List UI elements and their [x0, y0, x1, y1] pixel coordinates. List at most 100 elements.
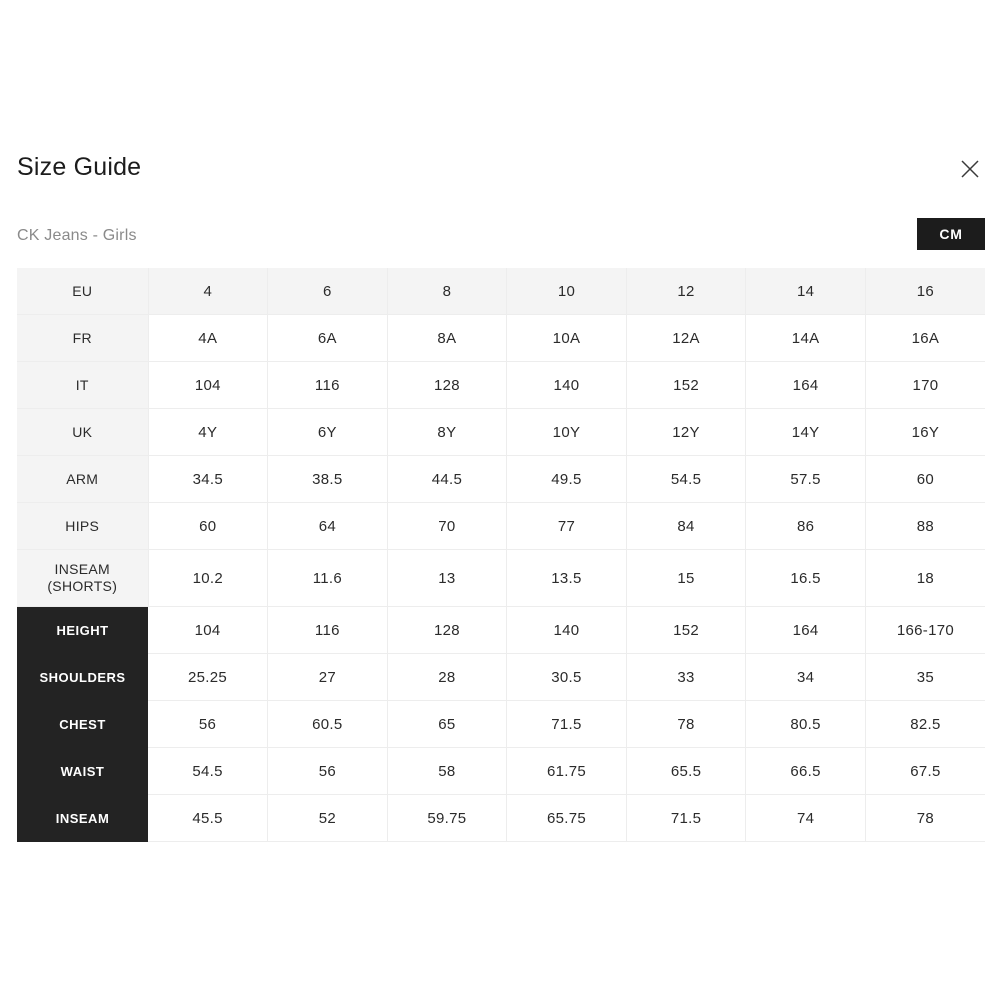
- table-cell: 86: [745, 502, 866, 550]
- row-label: CHEST: [17, 700, 148, 748]
- table-cell: 10: [506, 268, 627, 315]
- table-cell: 27: [267, 653, 388, 701]
- table-cell: 66.5: [745, 747, 866, 795]
- table-cell: 52: [267, 794, 388, 842]
- table-cell: 28: [387, 653, 508, 701]
- table-cell: 16.5: [745, 549, 866, 607]
- table-cell: 70: [387, 502, 508, 550]
- table-cell: 6A: [267, 314, 388, 362]
- row-label-line: UK: [72, 423, 93, 440]
- table-row: HIPS 60 64 70 77 84 86 88: [17, 502, 985, 550]
- unit-toggle[interactable]: CM: [917, 218, 985, 250]
- row-label-line: INSEAM: [55, 810, 110, 826]
- table-cell: 140: [506, 606, 627, 654]
- table-row: UK 4Y 6Y 8Y 10Y 12Y 14Y 16Y: [17, 408, 985, 456]
- table-cell: 71.5: [626, 794, 747, 842]
- page-title: Size Guide: [17, 153, 142, 181]
- table-cell: 65: [387, 700, 508, 748]
- row-label-line: WAIST: [60, 763, 105, 779]
- row-label: ARM: [17, 455, 149, 503]
- row-label: FR: [17, 314, 149, 362]
- table-cell: 44.5: [387, 455, 508, 503]
- table-cell: 88: [865, 502, 985, 550]
- row-label: WAIST: [17, 747, 148, 795]
- unit-toggle-cm-button[interactable]: CM: [917, 218, 985, 250]
- table-cell: 13.5: [506, 549, 627, 607]
- table-cell: 170: [865, 361, 985, 409]
- table-cell: 77: [506, 502, 627, 550]
- row-label-line: ARM: [66, 470, 99, 487]
- table-cell: 13: [387, 549, 508, 607]
- table-cell: 56: [267, 747, 388, 795]
- row-label-line: FR: [72, 329, 92, 346]
- table-cell: 128: [387, 361, 508, 409]
- table-cell: 4Y: [148, 408, 269, 456]
- row-label-line: CHEST: [59, 716, 106, 732]
- table-cell: 30.5: [506, 653, 627, 701]
- table-cell: 71.5: [506, 700, 627, 748]
- row-label-line: HEIGHT: [56, 622, 109, 638]
- table-cell: 104: [148, 606, 269, 654]
- table-cell: 80.5: [745, 700, 866, 748]
- row-label-line: EU: [72, 282, 93, 299]
- table-cell: 54.5: [148, 747, 269, 795]
- table-row: CHEST 56 60.5 65 71.5 78 80.5 82.5: [17, 700, 985, 748]
- table-cell: 57.5: [745, 455, 866, 503]
- table-cell: 6: [267, 268, 388, 315]
- table-row: INSEAM 45.5 52 59.75 65.75 71.5 74 78: [17, 794, 985, 842]
- table-cell: 116: [267, 361, 388, 409]
- table-cell: 49.5: [506, 455, 627, 503]
- row-label: IT: [17, 361, 149, 409]
- table-cell: 14: [745, 268, 866, 315]
- table-cell: 128: [387, 606, 508, 654]
- table-row: SHOULDERS 25.25 27 28 30.5 33 34 35: [17, 653, 985, 701]
- table-cell: 60: [865, 455, 985, 503]
- table-row: ARM 34.5 38.5 44.5 49.5 54.5 57.5 60: [17, 455, 985, 503]
- table-cell: 58: [387, 747, 508, 795]
- table-cell: 35: [865, 653, 985, 701]
- table-cell: 34: [745, 653, 866, 701]
- table-cell: 10.2: [148, 549, 269, 607]
- table-cell: 104: [148, 361, 269, 409]
- table-cell: 8A: [387, 314, 508, 362]
- row-label: EU: [17, 268, 149, 315]
- table-cell: 78: [865, 794, 985, 842]
- table-cell: 166-170: [865, 606, 985, 654]
- table-cell: 6Y: [267, 408, 388, 456]
- table-cell: 8Y: [387, 408, 508, 456]
- table-cell: 152: [626, 606, 747, 654]
- table-row: INSEAM (SHORTS) 10.2 11.6 13 13.5 15 16.5 18: [17, 549, 985, 607]
- close-icon: [959, 158, 981, 180]
- size-table-body: EU 4 6 8 10 12 14 16 FR 4A 6A 8A 10A 12A 14A 16A IT 104 11…: [17, 268, 985, 842]
- table-cell: 12: [626, 268, 747, 315]
- table-cell: 78: [626, 700, 747, 748]
- row-label: INSEAM (SHORTS): [17, 549, 149, 607]
- table-cell: 8: [387, 268, 508, 315]
- table-cell: 45.5: [148, 794, 269, 842]
- table-cell: 60: [148, 502, 269, 550]
- table-cell: 25.25: [148, 653, 269, 701]
- table-cell: 14A: [745, 314, 866, 362]
- table-cell: 54.5: [626, 455, 747, 503]
- table-cell: 11.6: [267, 549, 388, 607]
- close-button[interactable]: [955, 154, 985, 184]
- row-label-line: SHOULDERS: [39, 669, 126, 685]
- table-cell: 16A: [865, 314, 985, 362]
- table-cell: 10Y: [506, 408, 627, 456]
- row-label: SHOULDERS: [17, 653, 148, 701]
- table-row: FR 4A 6A 8A 10A 12A 14A 16A: [17, 314, 985, 362]
- table-cell: 84: [626, 502, 747, 550]
- row-label: HEIGHT: [17, 606, 148, 654]
- size-guide-modal: Size Guide CK Jeans - Girls CM EU 4 6 8 10 1: [0, 0, 1000, 1000]
- table-cell: 67.5: [865, 747, 985, 795]
- table-cell: 74: [745, 794, 866, 842]
- table-cell: 61.75: [506, 747, 627, 795]
- table-cell: 164: [745, 361, 866, 409]
- table-cell: 10A: [506, 314, 627, 362]
- modal-subheader: CK Jeans - Girls CM: [17, 218, 985, 256]
- table-row: WAIST 54.5 56 58 61.75 65.5 66.5 67.5: [17, 747, 985, 795]
- size-chart-table: EU 4 6 8 10 12 14 16 FR 4A 6A 8A 10A 12A 14A 16A IT 104 11…: [17, 268, 985, 842]
- table-cell: 59.75: [387, 794, 508, 842]
- row-label: HIPS: [17, 502, 149, 550]
- table-cell: 65.75: [506, 794, 627, 842]
